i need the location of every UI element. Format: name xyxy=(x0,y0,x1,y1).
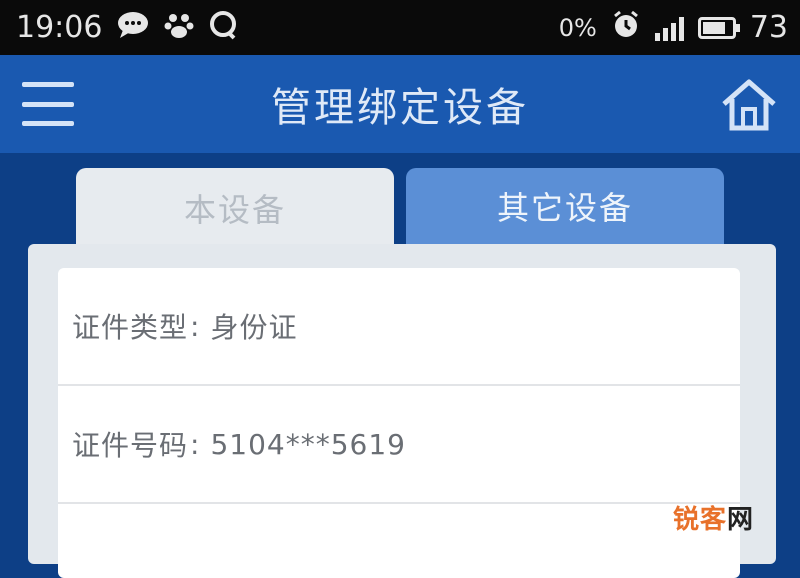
signal-icon xyxy=(654,15,684,41)
tab-other-devices[interactable]: 其它设备 xyxy=(406,168,724,244)
status-left: 19:06 xyxy=(16,10,238,46)
app-header: 管理绑定设备 xyxy=(0,55,800,153)
status-bar: 19:06 0% 73 xyxy=(0,0,800,55)
id-number-row: 证件号码: 5104***5619 xyxy=(58,386,740,504)
battery-icon xyxy=(697,16,740,39)
status-time: 19:06 xyxy=(16,10,103,45)
hamburger-menu-icon[interactable] xyxy=(22,82,74,126)
id-type-value: 身份证 xyxy=(210,311,298,344)
battery-level: 73 xyxy=(749,10,788,45)
message-icon xyxy=(116,10,150,46)
status-right: 0% 73 xyxy=(559,10,788,46)
info-card: 证件类型: 身份证 证件号码: 5104***5619 xyxy=(58,268,740,578)
tab-this-device[interactable]: 本设备 xyxy=(76,168,394,248)
alarm-icon xyxy=(611,10,641,46)
content-panel: 证件类型: 身份证 证件号码: 5104***5619 xyxy=(28,244,776,578)
paw-icon xyxy=(164,10,194,46)
qq-icon xyxy=(208,10,238,46)
home-icon[interactable] xyxy=(720,77,778,133)
id-number-label: 证件号码 xyxy=(72,429,189,462)
watermark: 锐客网 xyxy=(672,505,754,535)
id-type-label: 证件类型 xyxy=(72,311,189,344)
id-type-row: 证件类型: 身份证 xyxy=(58,268,740,386)
network-speed: 0% xyxy=(558,13,597,42)
id-number-value: 5104***5619 xyxy=(210,427,406,461)
page-title: 管理绑定设备 xyxy=(271,85,529,131)
